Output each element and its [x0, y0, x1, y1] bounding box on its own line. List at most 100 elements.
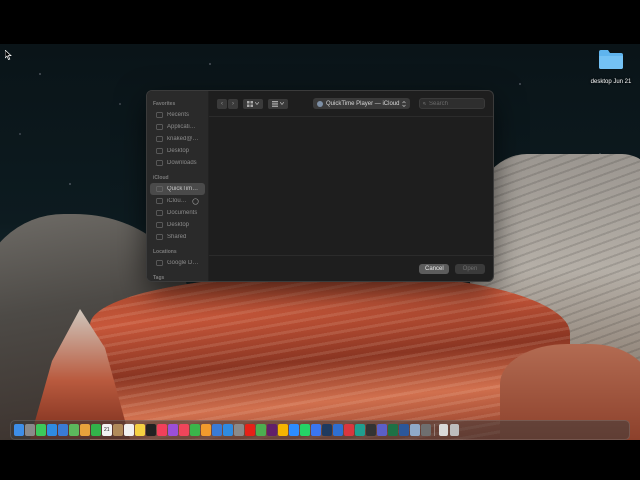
sidebar-item-desktop[interactable]: Desktop	[150, 145, 205, 157]
app-blue-icon[interactable]	[333, 424, 343, 436]
location-popup[interactable]: QuickTime Player — iCloud	[313, 98, 411, 109]
sidebar-item-icloud-shared[interactable]: Shared	[150, 231, 205, 243]
numbers-icon[interactable]	[190, 424, 200, 436]
chrome-icon[interactable]	[256, 424, 266, 436]
messages-icon[interactable]	[36, 424, 46, 436]
zoom-icon[interactable]	[289, 424, 299, 436]
signal-icon[interactable]	[311, 424, 321, 436]
search-icon	[423, 102, 426, 105]
desktop-folder[interactable]: desktop Jun 21	[586, 48, 636, 85]
photoshop-icon[interactable]	[322, 424, 332, 436]
grid-icon	[247, 100, 253, 107]
icloud-icon	[156, 198, 163, 204]
downloads-icon	[156, 160, 163, 166]
clock-icon	[156, 112, 163, 118]
top-letterbox	[0, 0, 640, 44]
sidebar-section-favorites: Favorites	[153, 101, 176, 107]
desktop-icon	[156, 148, 163, 154]
keynote-icon[interactable]	[212, 424, 222, 436]
forward-button[interactable]: ›	[228, 98, 238, 109]
sidebar-section-tags[interactable]: Tags	[147, 273, 208, 281]
sidebar-item-label: Applications	[167, 124, 199, 130]
group-view-button[interactable]	[268, 98, 288, 109]
chevron-down-icon	[280, 102, 284, 105]
slack-icon[interactable]	[267, 424, 277, 436]
wallpaper-rock-center	[90, 274, 570, 440]
documents-icon	[156, 210, 163, 216]
sidebar-item-label: iCloud D...	[167, 198, 190, 204]
excel-icon[interactable]	[388, 424, 398, 436]
sidebar-section-locations: Locations	[153, 249, 177, 255]
reminders-icon[interactable]	[124, 424, 134, 436]
sidebar-item-downloads[interactable]: Downloads	[150, 157, 205, 169]
list-icon	[272, 100, 278, 107]
safari-icon[interactable]	[47, 424, 57, 436]
facetime-icon[interactable]	[91, 424, 101, 436]
sidebar-item-label: Google Drive	[167, 260, 199, 266]
finder-icon[interactable]	[14, 424, 24, 436]
appstore-icon[interactable]	[223, 424, 233, 436]
pages-icon[interactable]	[201, 424, 211, 436]
drive-icon[interactable]	[278, 424, 288, 436]
sidebar-item-icloud-desktop[interactable]: Desktop	[150, 219, 205, 231]
dock: 21	[10, 420, 630, 440]
settings-icon[interactable]	[234, 424, 244, 436]
sidebar-item-icloud-documents[interactable]: Documents	[150, 207, 205, 219]
search-input[interactable]	[429, 100, 481, 107]
app-gray-icon[interactable]	[421, 424, 431, 436]
sidebar-item-icloud-icloud-d[interactable]: iCloud D...	[150, 195, 205, 207]
tv-icon[interactable]	[146, 424, 156, 436]
folder-icon	[599, 50, 623, 69]
bottom-letterbox	[0, 440, 640, 480]
notes-icon[interactable]	[135, 424, 145, 436]
location-label: QuickTime Player — iCloud	[326, 100, 400, 107]
photos-icon[interactable]	[80, 424, 90, 436]
file-browser-area[interactable]	[209, 117, 493, 255]
chevron-down-icon	[255, 102, 259, 105]
search-field[interactable]	[419, 98, 485, 109]
sidebar-item-label: Recents	[167, 112, 190, 118]
podcasts-icon[interactable]	[168, 424, 178, 436]
youtube-icon[interactable]	[245, 424, 255, 436]
sidebar-item-icloud-quicktime[interactable]: QuickTime...	[150, 183, 205, 195]
home-icon	[156, 136, 163, 142]
calendar-icon[interactable]: 21	[102, 424, 112, 436]
mail-icon[interactable]	[58, 424, 68, 436]
locations-list: Google Drive	[147, 257, 208, 269]
sidebar-item-knaked-pm[interactable]: knaked@pm...	[150, 133, 205, 145]
app-teal-icon[interactable]	[355, 424, 365, 436]
word-icon[interactable]	[399, 424, 409, 436]
sidebar-section-icloud: iCloud	[153, 175, 169, 181]
app-red-icon[interactable]	[344, 424, 354, 436]
maps-icon[interactable]	[69, 424, 79, 436]
downloads-stack-icon[interactable]	[438, 424, 448, 436]
dialog-sidebar: Favorites Recents Applications knaked@pm..…	[147, 91, 209, 281]
trash-icon[interactable]	[449, 424, 459, 436]
github-icon[interactable]	[366, 424, 376, 436]
open-button[interactable]: Open	[455, 263, 485, 274]
whatsapp-icon[interactable]	[300, 424, 310, 436]
sidebar-item-recents[interactable]: Recents	[150, 109, 205, 121]
music-icon[interactable]	[157, 424, 167, 436]
sidebar-item-applications[interactable]: Applications	[150, 121, 205, 133]
sidebar-item-label: Documents	[167, 210, 198, 216]
preview-icon[interactable]	[410, 424, 420, 436]
sidebar-item-label: Desktop	[167, 148, 190, 154]
contacts-icon[interactable]	[113, 424, 123, 436]
shared-folder-icon	[156, 234, 163, 240]
sidebar-item-label: Shared	[167, 234, 187, 240]
dialog-toolbar: ‹ › QuickTime Player — iCloud	[209, 91, 493, 117]
news-icon[interactable]	[179, 424, 189, 436]
teams-icon[interactable]	[377, 424, 387, 436]
icon-view-button[interactable]	[243, 98, 263, 109]
dialog-footer: Cancel Open	[209, 255, 493, 281]
dock-separator	[434, 424, 435, 436]
launchpad-icon[interactable]	[25, 424, 35, 436]
sidebar-item-label: knaked@pm...	[167, 136, 199, 142]
favorites-list: Recents Applications knaked@pm... Desktop Do…	[147, 109, 208, 169]
navigation-buttons: ‹ ›	[217, 98, 238, 109]
sidebar-item-location-google-drive[interactable]: Google Drive	[150, 257, 205, 269]
back-button[interactable]: ‹	[217, 98, 227, 109]
cancel-button[interactable]: Cancel	[419, 263, 449, 274]
icloud-list: QuickTime... iCloud D... Documents Desktop S…	[147, 183, 208, 243]
